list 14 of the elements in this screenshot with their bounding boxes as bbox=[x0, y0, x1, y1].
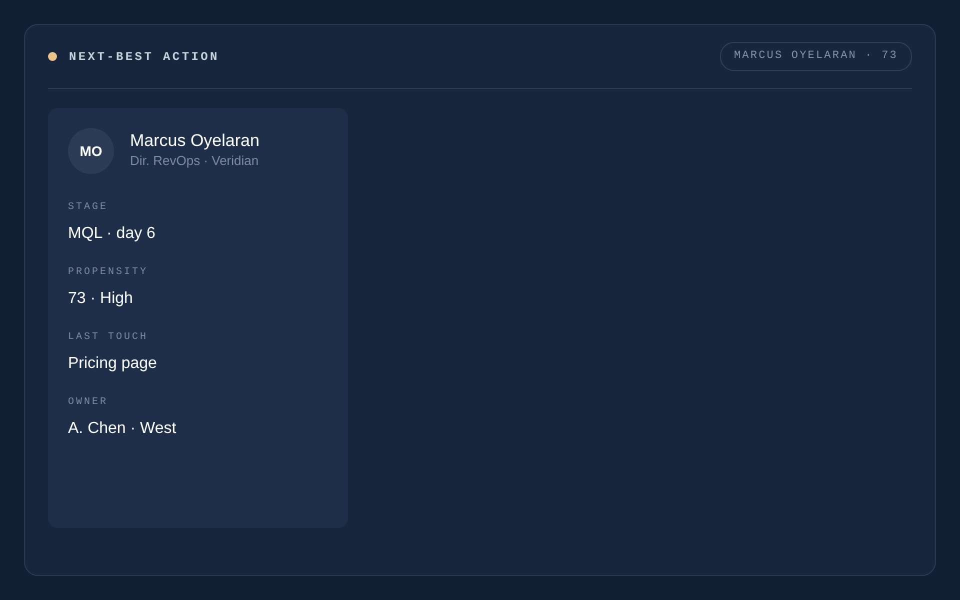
field-label: STAGE bbox=[68, 201, 110, 215]
field-value: 73 · High bbox=[68, 289, 134, 309]
status-dot bbox=[48, 52, 57, 61]
contact-score-pill: MARCUS OYELARAN · 73 bbox=[720, 42, 912, 71]
field-value: Pricing page bbox=[68, 354, 158, 374]
field-value: A. Chen · West bbox=[68, 419, 178, 439]
panel-title: NEXT-BEST ACTION bbox=[69, 48, 220, 66]
field-value: MQL · day 6 bbox=[68, 224, 156, 244]
avatar-initials: MO bbox=[68, 128, 114, 174]
field-label: LAST TOUCH bbox=[68, 331, 150, 345]
contact-name: Marcus Oyelaran bbox=[130, 131, 260, 152]
field-label: OWNER bbox=[68, 396, 110, 410]
contact-subtitle: Dir. RevOps · Veridian bbox=[130, 152, 260, 170]
field-label: PROPENSITY bbox=[68, 266, 150, 280]
